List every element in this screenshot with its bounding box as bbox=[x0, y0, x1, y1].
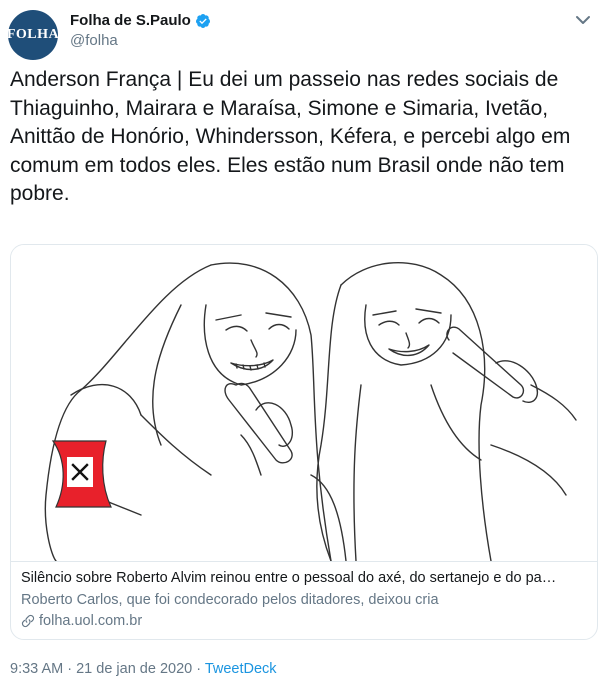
link-card[interactable]: Silêncio sobre Roberto Alvim reinou entr… bbox=[10, 244, 598, 640]
card-link-row[interactable]: folha.uol.com.br bbox=[21, 613, 587, 629]
card-title[interactable]: Silêncio sobre Roberto Alvim reinou entr… bbox=[21, 568, 587, 588]
card-body[interactable]: Silêncio sobre Roberto Alvim reinou entr… bbox=[11, 561, 597, 639]
tweet-text: Anderson França | Eu dei um passeio nas … bbox=[10, 68, 577, 205]
display-name-row: Folha de S.Paulo bbox=[70, 12, 211, 29]
meta-separator: · bbox=[63, 661, 77, 677]
tweet-date[interactable]: 21 de jan de 2020 bbox=[76, 661, 192, 677]
tweet-header: FOLHA Folha de S.Paulo @folha bbox=[6, 8, 601, 60]
card-illustration[interactable] bbox=[11, 245, 597, 561]
display-name[interactable]: Folha de S.Paulo bbox=[70, 12, 191, 29]
card-domain[interactable]: folha.uol.com.br bbox=[39, 613, 142, 629]
avatar[interactable]: FOLHA bbox=[6, 10, 60, 60]
tweet-meta: 9:33 AM · 21 de jan de 2020 · TweetDeck bbox=[10, 661, 277, 677]
tweet-source-link[interactable]: TweetDeck bbox=[205, 661, 277, 677]
chevron-down-icon[interactable] bbox=[573, 10, 593, 30]
verified-badge-icon bbox=[195, 13, 210, 28]
author-names: Folha de S.Paulo @folha bbox=[70, 12, 211, 49]
illustration-drawing bbox=[44, 262, 577, 561]
link-icon bbox=[21, 614, 35, 628]
handle[interactable]: @folha bbox=[70, 32, 211, 49]
tweet-time[interactable]: 9:33 AM bbox=[10, 661, 63, 677]
meta-separator: · bbox=[192, 661, 205, 677]
avatar-logo-text: FOLHA bbox=[6, 27, 60, 42]
card-description: Roberto Carlos, que foi condecorado pelo… bbox=[21, 592, 439, 608]
